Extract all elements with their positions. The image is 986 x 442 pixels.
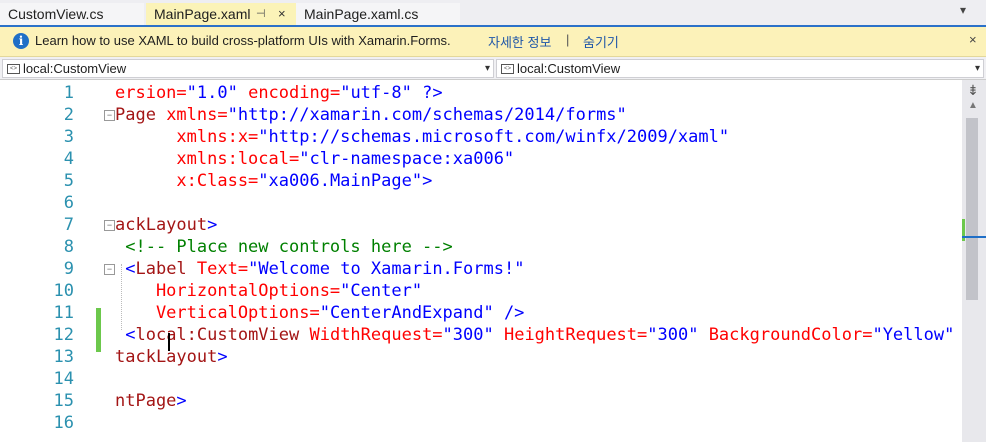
line-number: 5 xyxy=(63,171,74,191)
code-text: VerticalOptions="CenterAndExpand" /> xyxy=(115,303,525,323)
info-icon: i xyxy=(13,33,29,49)
code-text: <local:CustomView WidthRequest="300" Hei… xyxy=(115,325,955,345)
code-text: ntPage> xyxy=(115,391,187,411)
code-text: Page xmlns="http://xamarin.com/schemas/2… xyxy=(115,105,627,125)
split-icon[interactable]: ⇟ xyxy=(965,82,981,98)
code-line-12: 12 <local:CustomView WidthRequest="300" … xyxy=(0,324,962,346)
code-line-6: 6 xyxy=(0,192,962,214)
line-number: 6 xyxy=(63,193,74,213)
tab-label: MainPage.xaml.cs xyxy=(304,6,419,22)
code-text: HorizontalOptions="Center" xyxy=(115,281,423,301)
element-icon: <> xyxy=(7,64,20,74)
pin-icon[interactable]: ⊣ xyxy=(256,3,266,25)
more-info-link[interactable]: 자세한 정보 xyxy=(488,32,551,51)
info-separator: | xyxy=(566,32,570,47)
line-number: 8 xyxy=(63,237,74,257)
member-dropdown[interactable]: <> local:CustomView ▾ xyxy=(496,59,984,78)
code-line-13: 13 tackLayout> xyxy=(0,346,962,368)
hide-link[interactable]: 숨기기 xyxy=(583,32,619,51)
chevron-down-icon[interactable]: ▾ xyxy=(960,3,966,17)
line-number: 1 xyxy=(63,83,74,103)
code-line-4: 4 xmlns:local="clr-namespace:xa006" xyxy=(0,148,962,170)
code-line-14: 14 xyxy=(0,368,962,390)
tab-mainpage-xaml-cs[interactable]: MainPage.xaml.cs xyxy=(296,3,460,25)
code-text: <!-- Place new controls here --> xyxy=(115,237,453,257)
line-number: 9 xyxy=(63,259,74,279)
code-line-7: 7 − ackLayout> xyxy=(0,214,962,236)
code-line-11: 11 VerticalOptions="CenterAndExpand" /> xyxy=(0,302,962,324)
line-number: 13 xyxy=(53,347,74,367)
line-number: 15 xyxy=(53,391,74,411)
scroll-up-icon[interactable]: ▲ xyxy=(968,100,978,111)
line-number: 4 xyxy=(63,149,74,169)
code-line-8: 8 <!-- Place new controls here --> xyxy=(0,236,962,258)
code-text: tackLayout> xyxy=(115,347,228,367)
line-number: 7 xyxy=(63,215,74,235)
line-number: 16 xyxy=(53,413,74,433)
line-number: 3 xyxy=(63,127,74,147)
code-text: x:Class="xa006.MainPage"> xyxy=(115,171,433,191)
tab-label: MainPage.xaml xyxy=(154,6,251,22)
code-line-9: 9 − <Label Text="Welcome to Xamarin.Form… xyxy=(0,258,962,280)
fold-toggle-icon[interactable]: − xyxy=(104,110,115,121)
close-icon[interactable]: × xyxy=(278,3,286,25)
code-text: ackLayout> xyxy=(115,215,218,235)
type-dropdown[interactable]: <> local:CustomView ▾ xyxy=(2,59,494,78)
type-dropdown-value: local:CustomView xyxy=(23,61,127,76)
code-line-2: 2 − Page xmlns="http://xamarin.com/schem… xyxy=(0,104,962,126)
code-line-1: 1 ersion="1.0" encoding="utf-8" ?> xyxy=(0,82,962,104)
caret-marker xyxy=(962,236,986,238)
code-line-3: 3 xmlns:x="http://schemas.microsoft.com/… xyxy=(0,126,962,148)
line-number: 14 xyxy=(53,369,74,389)
document-tab-bar: CustomView.cs MainPage.xaml ⊣ × MainPage… xyxy=(0,0,986,27)
text-cursor xyxy=(168,333,170,351)
element-icon: <> xyxy=(501,64,514,74)
code-text: xmlns:x="http://schemas.microsoft.com/wi… xyxy=(115,127,730,147)
tab-label: CustomView.cs xyxy=(8,6,104,22)
navigation-bar: <> local:CustomView ▾ <> local:CustomVie… xyxy=(0,57,986,80)
info-message: Learn how to use XAML to build cross-pla… xyxy=(35,33,451,48)
code-text: ersion="1.0" encoding="utf-8" ?> xyxy=(115,83,443,103)
fold-toggle-icon[interactable]: − xyxy=(104,264,115,275)
code-line-5: 5 x:Class="xa006.MainPage"> xyxy=(0,170,962,192)
vertical-scrollbar[interactable]: ⇟ ▲ xyxy=(962,80,986,442)
line-number: 2 xyxy=(63,105,74,125)
tab-customview-cs[interactable]: CustomView.cs xyxy=(0,3,144,25)
fold-toggle-icon[interactable]: − xyxy=(104,220,115,231)
member-dropdown-value: local:CustomView xyxy=(517,61,621,76)
scrollbar-thumb[interactable] xyxy=(966,118,978,300)
tab-mainpage-xaml[interactable]: MainPage.xaml ⊣ × xyxy=(146,3,296,25)
code-editor[interactable]: 1 ersion="1.0" encoding="utf-8" ?> 2 − P… xyxy=(0,80,962,442)
chevron-down-icon[interactable]: ▾ xyxy=(485,60,490,77)
chevron-down-icon[interactable]: ▾ xyxy=(975,60,980,77)
code-text: xmlns:local="clr-namespace:xa006" xyxy=(115,149,515,169)
code-line-16: 16 xyxy=(0,412,962,434)
code-line-10: 10 HorizontalOptions="Center" xyxy=(0,280,962,302)
code-text: <Label Text="Welcome to Xamarin.Forms!" xyxy=(115,259,525,279)
code-line-15: 15 ntPage> xyxy=(0,390,962,412)
close-icon[interactable]: × xyxy=(969,32,977,47)
line-number: 12 xyxy=(53,325,74,345)
line-number: 10 xyxy=(53,281,74,301)
line-number: 11 xyxy=(53,303,74,323)
info-bar: i Learn how to use XAML to build cross-p… xyxy=(0,27,986,57)
